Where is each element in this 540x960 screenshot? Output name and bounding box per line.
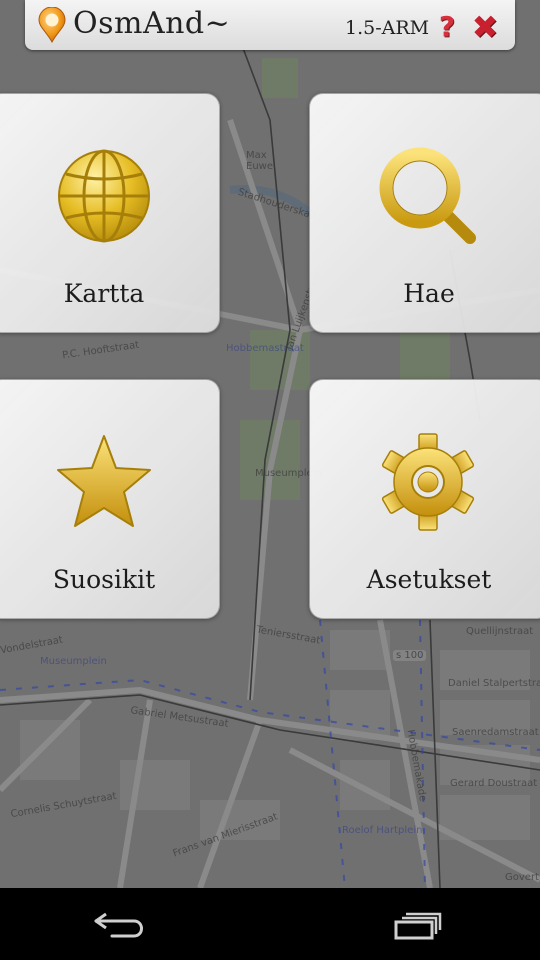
- map-label: Saenredamstraat: [452, 727, 539, 738]
- map-label: Hobbemastraat: [226, 343, 304, 354]
- tile-label: Kartta: [63, 279, 145, 308]
- app-version: 1.5-ARM: [345, 17, 430, 39]
- gear-icon: [381, 433, 475, 531]
- star-icon: [57, 435, 151, 527]
- tile-label: Asetukset: [366, 565, 492, 594]
- back-icon[interactable]: [92, 906, 148, 942]
- map-label: Quellijnstraat: [466, 626, 534, 637]
- tile-label: Suosikit: [52, 565, 156, 594]
- close-icon[interactable]: ✖: [470, 11, 500, 43]
- osmand-pin-icon: [38, 7, 66, 43]
- map-label: Roelof Hartplein: [342, 825, 423, 836]
- map-label: s 100: [393, 650, 427, 661]
- favorites-tile-button[interactable]: Suosikit: [0, 379, 220, 619]
- map-label: Museumplein: [40, 656, 107, 667]
- globe-icon: [58, 149, 150, 243]
- map-tile-button[interactable]: Kartta: [0, 93, 220, 333]
- map-label: Gerard Doustraat: [450, 778, 538, 789]
- help-icon[interactable]: ?: [433, 12, 461, 42]
- search-tile-button[interactable]: Hae: [309, 93, 540, 333]
- tile-label: Hae: [403, 279, 455, 308]
- app-title: OsmAnd~: [73, 6, 231, 41]
- map-label: Daniel Stalpertstraat: [448, 678, 540, 689]
- settings-tile-button[interactable]: Asetukset: [309, 379, 540, 619]
- map-label: Govert: [505, 872, 539, 883]
- title-bar: OsmAnd~ 1.5-ARM ? ✖: [25, 0, 515, 50]
- magnifier-icon: [379, 147, 476, 244]
- recent-apps-icon[interactable]: [392, 908, 448, 942]
- map-label: Max Euwe: [246, 150, 273, 172]
- system-nav-bar: [0, 888, 540, 960]
